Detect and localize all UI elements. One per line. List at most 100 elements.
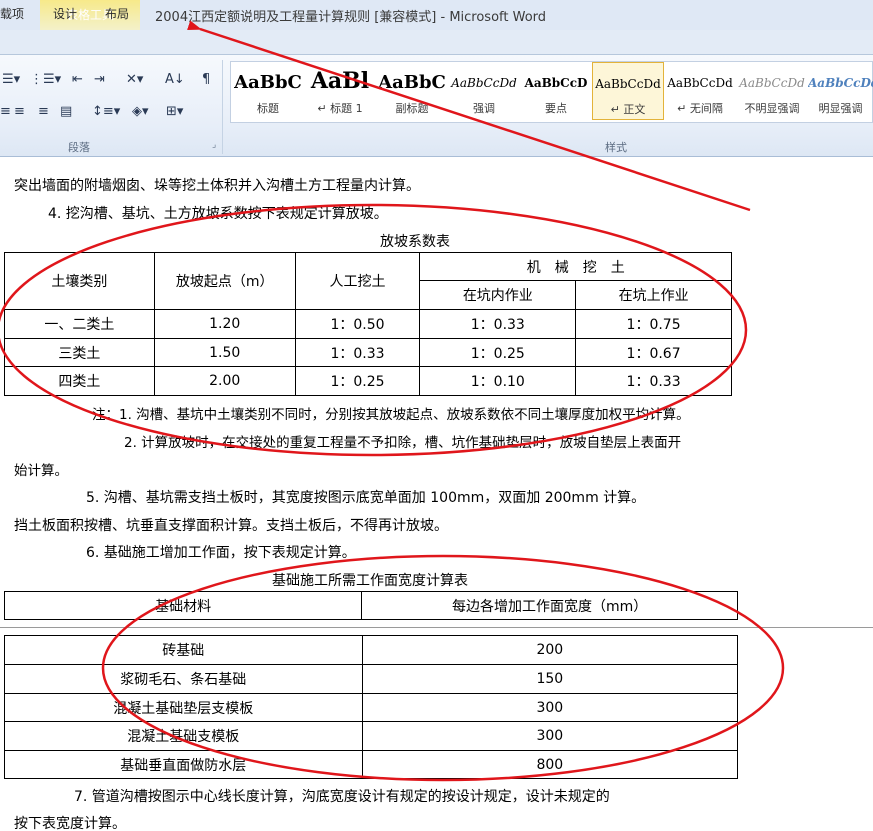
doc-paragraph: 6. 基础施工增加工作面，按下表规定计算。 xyxy=(86,545,356,561)
style-no-spacing[interactable]: AaBbCcDd ↵ 无间隔 xyxy=(664,62,736,120)
borders-icon[interactable]: ⊞▾ xyxy=(166,104,183,119)
style-name: 要点 xyxy=(545,102,567,115)
justify-icon[interactable]: ▤ xyxy=(60,104,72,119)
ribbon-tab-row xyxy=(0,30,873,55)
header-in-pit: 在坑内作业 xyxy=(419,280,577,310)
style-sample: AaBl xyxy=(310,68,370,94)
table-cell: 1：0.33 xyxy=(294,338,421,367)
table1-note-1: 注：1. 沟槽、基坑中土壤类别不同时，分别按其放坡起点、放坡系数依不同土壤厚度加… xyxy=(92,407,690,423)
table-cell: 1：0.50 xyxy=(294,309,421,339)
style-sample: AaBbC xyxy=(378,72,446,93)
doc-paragraph: 5. 沟槽、基坑需支挡土板时，其宽度按图示底宽单面加 100mm，双面加 200… xyxy=(86,490,646,506)
table-cell: 2.00 xyxy=(153,366,296,396)
table-row: 浆砌毛石、条石基础 150 xyxy=(4,664,739,694)
table-cell: 砖基础 xyxy=(4,635,363,665)
header-work-face-width: 每边各增加工作面宽度（mm） xyxy=(361,591,738,620)
style-normal[interactable]: AaBbCcDd ↵ 正文 xyxy=(592,62,664,120)
table-cell: 1：0.10 xyxy=(419,366,577,396)
table-cell: 300 xyxy=(361,693,739,722)
style-sample: AaBbC xyxy=(234,72,302,93)
table1-caption: 放坡系数表 xyxy=(380,234,450,250)
slope-coefficient-table: 土壤类别 放坡起点（m） 人工挖土 机 械 挖 土 在坑内作业 在坑上作业 一、… xyxy=(4,252,732,396)
table1-note-2: 2. 计算放坡时，在交接处的重复工程量不予扣除，槽、坑作基础垫层时，放坡自垫层上… xyxy=(124,435,682,451)
style-name: 不明显强调 xyxy=(744,102,800,115)
tab-design[interactable]: 设计 xyxy=(53,5,77,22)
table-cell: 150 xyxy=(361,664,739,694)
style-name: ↵ 无间隔 xyxy=(677,102,723,115)
align-right-icon[interactable]: ≡ xyxy=(38,104,49,119)
style-subtle-emphasis[interactable]: AaBbCcDd 不明显强调 xyxy=(736,62,808,120)
table1-note-2-cont: 始计算。 xyxy=(14,463,68,479)
table-cell: 800 xyxy=(361,750,739,779)
style-name: 标题 xyxy=(257,102,279,115)
style-title[interactable]: AaBbC 标题 xyxy=(232,62,304,120)
header-machine-digging: 机 械 挖 土 xyxy=(419,252,732,281)
align-left-icon[interactable]: ≡ xyxy=(0,104,11,119)
table-row: 砖基础 200 xyxy=(4,635,739,665)
style-sample: AaBbCcD xyxy=(524,76,588,90)
header-slope-start: 放坡起点（m） xyxy=(153,252,296,310)
table-cell: 1：0.33 xyxy=(419,309,577,339)
table-cell: 混凝土基础支模板 xyxy=(4,721,363,751)
bullet-list-icon[interactable]: ☰▾ xyxy=(2,72,20,87)
table-cell: 1：0.25 xyxy=(419,338,577,367)
window-title: 2004江西定额说明及工程量计算规则 [兼容模式] - Microsoft Wo… xyxy=(155,10,547,25)
style-sample: AaBbCcDd xyxy=(595,77,661,91)
style-strong[interactable]: AaBbCcD 要点 xyxy=(520,62,592,120)
doc-paragraph: 挡土板面积按槽、坑垂直支撑面积计算。支挡土板后，不得再计放坡。 xyxy=(14,518,448,534)
table-row: 基础垂直面做防水层 800 xyxy=(4,750,739,779)
doc-paragraph: 按下表宽度计算。 xyxy=(14,816,126,831)
dialog-launcher-icon[interactable]: ⌟ xyxy=(212,140,216,150)
table-cell: 1.50 xyxy=(153,338,296,367)
table-cell: 1：0.75 xyxy=(575,309,732,339)
page-break-line xyxy=(0,627,873,628)
style-subtitle[interactable]: AaBbC 副标题 xyxy=(376,62,448,120)
style-heading-1[interactable]: AaBl ↵ 标题 1 xyxy=(304,62,376,120)
style-intense-emphasis[interactable]: AaBbCcDd 明显强调 xyxy=(808,62,873,120)
table2-caption: 基础施工所需工作面宽度计算表 xyxy=(272,573,468,589)
styles-group-label: 样式 xyxy=(605,141,627,154)
table-cell: 混凝土基础垫层支模板 xyxy=(4,693,363,722)
style-name: 副标题 xyxy=(395,102,429,115)
numbered-list-icon[interactable]: ⋮☰▾ xyxy=(30,72,61,87)
style-sample: AaBbCcDd xyxy=(667,76,733,90)
table-row: 混凝土基础垫层支模板 300 xyxy=(4,693,739,722)
work-face-table-header: 基础材料 每边各增加工作面宽度（mm） xyxy=(3,591,738,620)
sort-icon[interactable]: A↓ xyxy=(165,72,185,87)
paragraph-group-label: 段落 xyxy=(68,141,90,154)
table-row: 混凝土基础支模板 300 xyxy=(4,721,739,751)
shading-icon[interactable]: ◈▾ xyxy=(132,104,149,119)
table-cell: 基础垂直面做防水层 xyxy=(4,750,363,779)
line-spacing-icon[interactable]: ↕≡▾ xyxy=(92,104,120,119)
style-name: ↵ 标题 1 xyxy=(317,102,363,115)
style-sample: AaBbCcDd xyxy=(739,76,805,90)
align-center-icon[interactable]: ≡ xyxy=(14,104,25,119)
style-emphasis[interactable]: AaBbCcDd 强调 xyxy=(448,62,520,120)
table-cell: 300 xyxy=(361,721,739,751)
header-soil-type: 土壤类别 xyxy=(4,252,155,310)
table-cell: 四类土 xyxy=(4,366,155,396)
decrease-indent-icon[interactable]: ⇤ xyxy=(72,72,83,87)
asian-layout-icon[interactable]: ✕▾ xyxy=(126,72,143,87)
header-on-pit: 在坑上作业 xyxy=(575,280,732,310)
doc-paragraph: 突出墙面的附墙烟囱、垛等挖土体积并入沟槽土方工程量内计算。 xyxy=(14,178,420,194)
style-sample: AaBbCcDd xyxy=(451,76,517,90)
table-cell: 浆砌毛石、条石基础 xyxy=(4,664,363,694)
table-cell: 200 xyxy=(361,635,739,665)
increase-indent-icon[interactable]: ⇥ xyxy=(94,72,105,87)
style-name: 强调 xyxy=(473,102,495,115)
header-foundation-material: 基础材料 xyxy=(3,591,363,620)
show-marks-icon[interactable]: ¶ xyxy=(202,72,210,87)
table-cell: 三类土 xyxy=(4,338,155,367)
table-cell: 1：0.67 xyxy=(575,338,732,367)
group-separator xyxy=(222,60,223,154)
table-cell: 1.20 xyxy=(153,309,296,339)
table-cell: 1：0.25 xyxy=(294,366,421,396)
style-name: 明显强调 xyxy=(818,102,863,115)
tab-layout[interactable]: 布局 xyxy=(105,5,129,22)
doc-paragraph: 7. 管道沟槽按图示中心线长度计算，沟底宽度设计有规定的按设计规定，设计未规定的 xyxy=(74,789,610,805)
style-name: ↵ 正文 xyxy=(610,103,646,116)
tab-addins[interactable]: 载项 xyxy=(0,5,24,22)
table-row: 一、二类土 1.20 1：0.50 1：0.33 1：0.75 xyxy=(4,309,732,339)
table-row: 四类土 2.00 1：0.25 1：0.10 1：0.33 xyxy=(4,366,732,396)
